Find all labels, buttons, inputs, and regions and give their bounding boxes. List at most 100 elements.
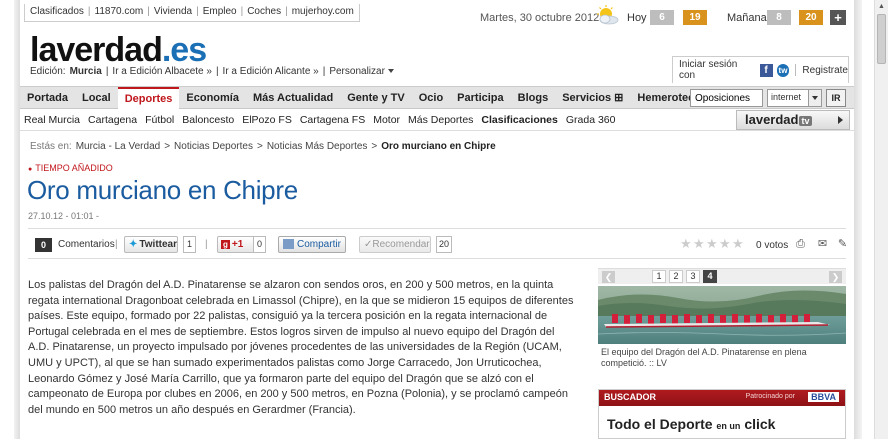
star-icon[interactable]: ★ bbox=[693, 237, 705, 250]
separator: | bbox=[87, 6, 91, 17]
register-link[interactable]: Registrate bbox=[802, 65, 848, 76]
star-icon[interactable]: ★ bbox=[680, 237, 692, 250]
divider bbox=[28, 258, 846, 259]
breadcrumb-separator: > bbox=[164, 141, 171, 152]
gallery-photo[interactable] bbox=[598, 286, 846, 344]
caret-down-icon bbox=[387, 69, 394, 74]
gallery-page[interactable]: 3 bbox=[686, 270, 700, 283]
subnav-elpozo[interactable]: ElPozo FS bbox=[238, 110, 296, 130]
sub-nav: Real Murcia Cartagena Fútbol Baloncesto … bbox=[20, 110, 854, 131]
gplus-icon: g bbox=[221, 240, 230, 249]
ad-text-a: Todo el Deporte bbox=[607, 416, 713, 432]
nav-item-portada[interactable]: Portada bbox=[20, 87, 75, 110]
scrollbar-thumb[interactable] bbox=[877, 14, 886, 64]
prev-arrow-icon[interactable]: ❮ bbox=[602, 271, 615, 283]
sun-cloud-icon bbox=[597, 5, 619, 25]
ad-title: BUSCADOR bbox=[604, 392, 657, 402]
nav-item-blogs[interactable]: Blogs bbox=[511, 87, 556, 110]
gallery-nav: ❮ 1 2 3 4 ❯ bbox=[598, 268, 846, 284]
edition-alicante-link[interactable]: Ir a Edición Alicante » bbox=[223, 66, 319, 77]
subnav-grada-360[interactable]: Grada 360 bbox=[562, 110, 620, 130]
personalize-menu[interactable]: Personalizar bbox=[329, 66, 394, 77]
gallery-page-current[interactable]: 4 bbox=[703, 270, 717, 283]
nav-item-participa[interactable]: Participa bbox=[450, 87, 510, 110]
subnav-motor[interactable]: Motor bbox=[369, 110, 404, 130]
toplink-coches[interactable]: Coches bbox=[247, 6, 281, 19]
toplink-vivienda[interactable]: Vivienda bbox=[154, 6, 192, 19]
share-button[interactable]: Compartir bbox=[278, 236, 346, 253]
subnav-cartagena[interactable]: Cartagena bbox=[84, 110, 141, 130]
comments-link[interactable]: Comentarios bbox=[58, 239, 115, 250]
nav-item-local[interactable]: Local bbox=[75, 87, 118, 110]
social-bar: 0 Comentarios | ✦ Twittear 1 | g +1 0 Comp… bbox=[20, 235, 854, 255]
breadcrumb: Estás en: Murcia - La Verdad > Noticias … bbox=[30, 141, 496, 152]
recommend-button-label: Recomendar bbox=[372, 239, 430, 250]
search-button[interactable]: IR bbox=[826, 89, 846, 107]
today-label: Hoy bbox=[627, 12, 647, 24]
separator: | bbox=[147, 6, 150, 17]
ad-body: Todo el Deporte en un click bbox=[599, 406, 845, 439]
sports-search-ad[interactable]: BUSCADOR Patrocinado por BBVA Todo el De… bbox=[598, 389, 846, 439]
share-button-label: Compartir bbox=[297, 239, 341, 250]
gallery-caption: El equipo del Dragón del A.D. Pinatarens… bbox=[601, 347, 807, 368]
search-scope-select[interactable]: internet bbox=[767, 89, 822, 107]
subnav-mas-deportes[interactable]: Más Deportes bbox=[404, 110, 477, 130]
votes-count: 0 votos bbox=[756, 240, 789, 251]
weather-more-button[interactable]: + bbox=[830, 10, 846, 25]
edit-icon[interactable]: ✎ bbox=[836, 238, 849, 251]
subnav-real-murcia[interactable]: Real Murcia bbox=[20, 110, 84, 130]
comments-count[interactable]: 0 bbox=[35, 238, 52, 252]
separator: | bbox=[105, 66, 109, 77]
site-logo[interactable]: laverdad.es bbox=[30, 31, 207, 70]
twitter-count: 1 bbox=[183, 236, 196, 253]
star-icon[interactable]: ★ bbox=[706, 237, 718, 250]
page-shadow-right bbox=[854, 0, 862, 439]
today-max-temp: 19 bbox=[683, 10, 707, 25]
vertical-scrollbar[interactable]: ▲ bbox=[874, 0, 888, 439]
edition-albacete-link[interactable]: Ir a Edición Albacete » bbox=[112, 66, 212, 77]
tv-logo-label: laverdad bbox=[745, 112, 799, 127]
nav-item-servicios[interactable]: Servicios ⊞ bbox=[555, 87, 630, 110]
rating-stars[interactable]: ★ ★ ★ ★ ★ bbox=[680, 237, 744, 250]
star-icon[interactable]: ★ bbox=[732, 237, 744, 250]
chevron-down-icon bbox=[808, 90, 821, 106]
toplink-mujerhoy[interactable]: mujerhoy.com bbox=[292, 6, 354, 19]
print-icon[interactable]: ⎙ bbox=[794, 238, 807, 251]
facebook-icon[interactable]: f bbox=[759, 63, 773, 77]
laverdad-tv-link[interactable]: laverdad tv bbox=[736, 110, 850, 130]
gallery-page[interactable]: 1 bbox=[652, 270, 666, 283]
scroll-up-icon[interactable]: ▲ bbox=[877, 2, 886, 11]
divider bbox=[28, 228, 846, 229]
search-input[interactable] bbox=[690, 89, 763, 107]
breadcrumb-item[interactable]: Noticias Más Deportes bbox=[267, 141, 368, 152]
subnav-cartagena-fs[interactable]: Cartagena FS bbox=[296, 110, 369, 130]
nav-item-gente-tv[interactable]: Gente y TV bbox=[340, 87, 411, 110]
separator: | bbox=[115, 239, 118, 250]
page: Clasificados | 11870.com | Vivienda | Emple… bbox=[20, 0, 854, 439]
breadcrumb-label: Estás en: bbox=[30, 141, 72, 152]
article-body: Los palistas del Dragón del A.D. Pinatar… bbox=[28, 278, 576, 433]
nav-item-deportes[interactable]: Deportes bbox=[117, 87, 180, 110]
toplink-empleo[interactable]: Empleo bbox=[203, 6, 237, 19]
breadcrumb-item[interactable]: Noticias Deportes bbox=[174, 141, 253, 152]
next-arrow-icon[interactable]: ❯ bbox=[829, 271, 842, 283]
recommend-button[interactable]: ✓Recomendar bbox=[359, 236, 431, 253]
gallery-page[interactable]: 2 bbox=[669, 270, 683, 283]
toplink-clasificados[interactable]: Clasificados bbox=[30, 6, 84, 19]
subnav-futbol[interactable]: Fútbol bbox=[141, 110, 178, 130]
subnav-baloncesto[interactable]: Baloncesto bbox=[178, 110, 238, 130]
nav-item-economia[interactable]: Economía bbox=[179, 87, 246, 110]
recommend-count: 20 bbox=[436, 236, 452, 253]
twitter-icon[interactable]: tw bbox=[776, 63, 790, 77]
breadcrumb-item[interactable]: Murcia - La Verdad bbox=[76, 141, 161, 152]
today-min-temp: 6 bbox=[650, 10, 674, 25]
email-icon[interactable]: ✉ bbox=[816, 238, 829, 251]
twitter-button[interactable]: ✦ Twittear bbox=[124, 236, 178, 253]
subnav-clasificaciones[interactable]: Clasificaciones bbox=[477, 110, 561, 130]
nav-item-mas-actualidad[interactable]: Más Actualidad bbox=[246, 87, 340, 110]
star-icon[interactable]: ★ bbox=[719, 237, 731, 250]
toplink-11870[interactable]: 11870.com bbox=[95, 6, 144, 19]
nav-item-ocio[interactable]: Ocio bbox=[412, 87, 450, 110]
twitter-bird-icon: ✦ bbox=[129, 239, 138, 250]
logo-ext: .es bbox=[161, 31, 207, 69]
